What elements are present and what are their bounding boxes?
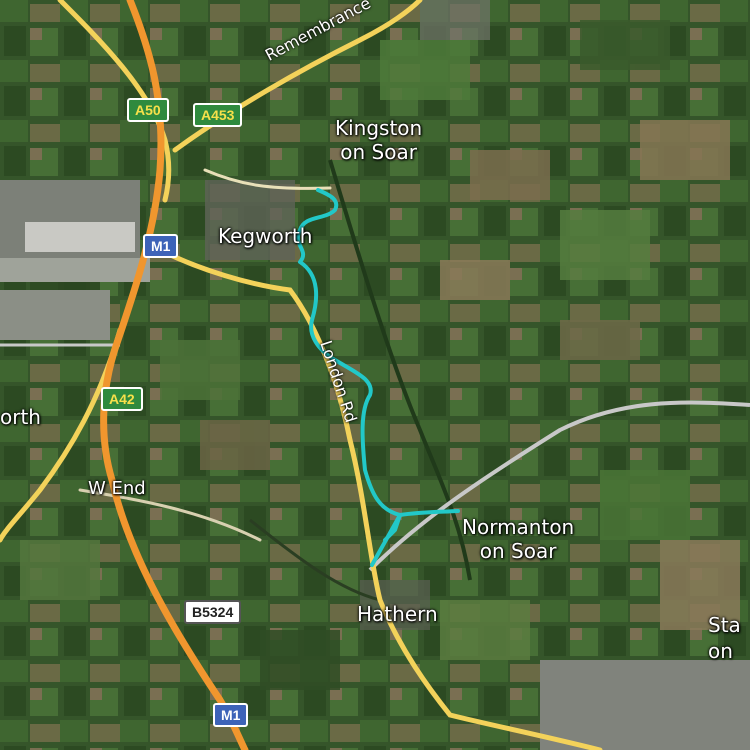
place-label-w-end: W End (88, 478, 146, 499)
place-label-sta-on: Sta on (708, 613, 741, 663)
place-label-orth: orth (0, 405, 41, 429)
place-label-kingston-on-soar: Kingston on Soar (335, 116, 423, 164)
road-shield-m1-north: M1 (143, 234, 179, 258)
place-label-hathern: Hathern (357, 602, 438, 626)
road-shield-m1-south: M1 (213, 703, 249, 727)
road-shield-a42: A42 (101, 387, 143, 411)
farmland-base (0, 0, 750, 750)
satellite-map[interactable]: Kingston on Soar Kegworth Normanton on S… (0, 0, 750, 750)
road-shield-a453: A453 (193, 103, 243, 127)
road-shield-a50: A50 (127, 98, 169, 122)
road-shield-b5324: B5324 (184, 600, 242, 624)
place-label-normanton-on-soar: Normanton on Soar (462, 515, 575, 563)
map-imagery (0, 0, 750, 750)
place-label-kegworth: Kegworth (218, 224, 313, 248)
